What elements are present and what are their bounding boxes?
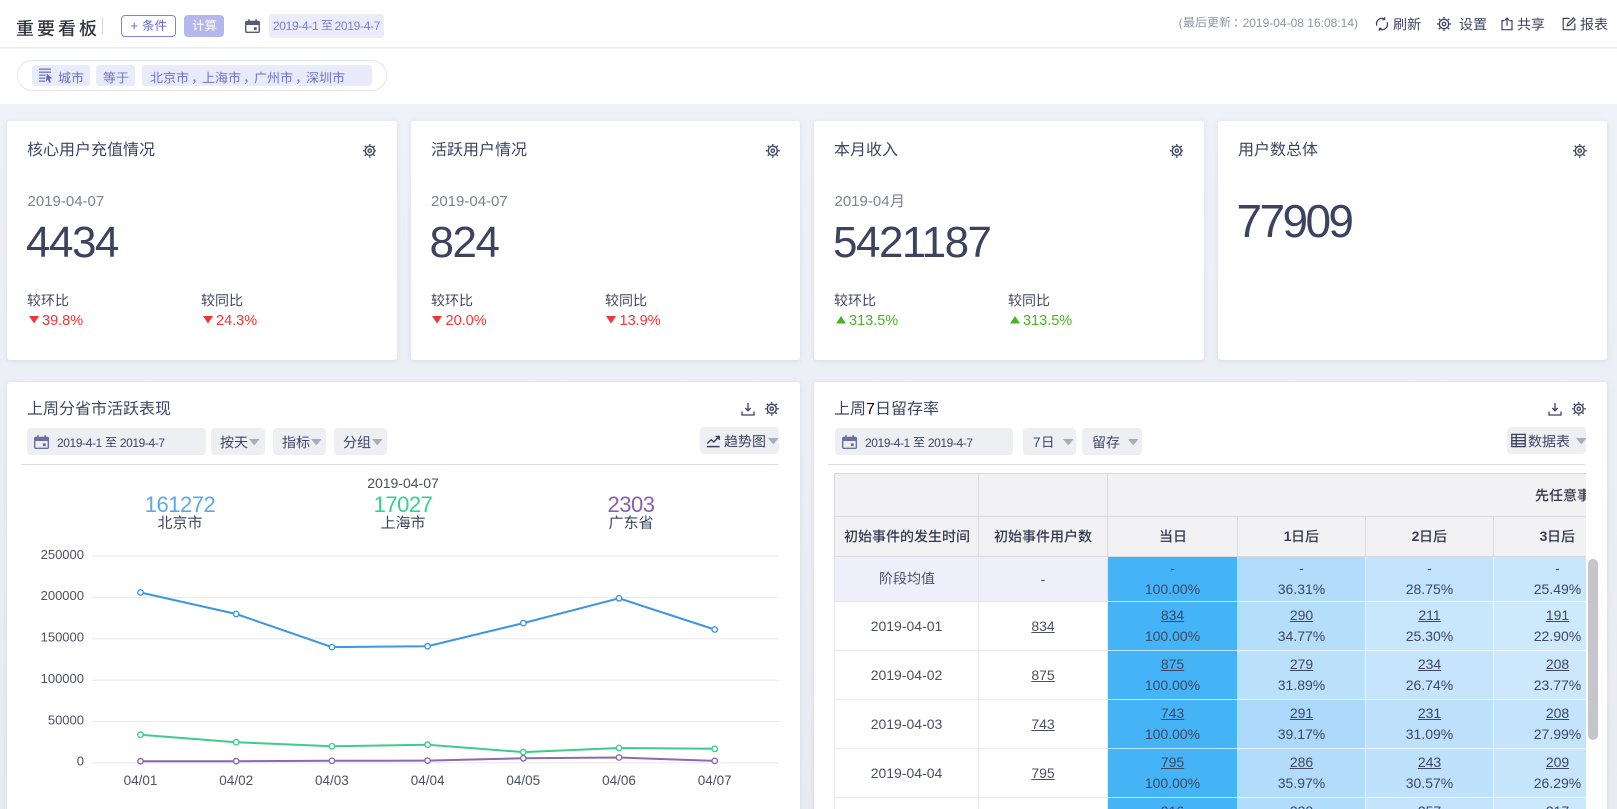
svg-text:100000: 100000 [41, 671, 84, 686]
svg-text:04/01: 04/01 [124, 773, 158, 788]
svg-text:04/03: 04/03 [315, 773, 349, 788]
svg-text:2303: 2303 [608, 492, 655, 517]
svg-text:04/02: 04/02 [219, 773, 253, 788]
svg-text:2019-04-07: 2019-04-07 [367, 475, 439, 491]
svg-text:04/07: 04/07 [698, 773, 732, 788]
svg-text:17027: 17027 [374, 492, 433, 517]
svg-text:250000: 250000 [41, 547, 84, 562]
svg-text:150000: 150000 [41, 630, 84, 645]
svg-text:04/04: 04/04 [411, 773, 445, 788]
svg-text:04/05: 04/05 [506, 773, 540, 788]
svg-text:161272: 161272 [145, 492, 216, 517]
svg-text:0: 0 [77, 754, 84, 769]
svg-text:200000: 200000 [41, 588, 84, 603]
svg-text:04/06: 04/06 [602, 773, 636, 788]
svg-text:50000: 50000 [48, 712, 84, 727]
